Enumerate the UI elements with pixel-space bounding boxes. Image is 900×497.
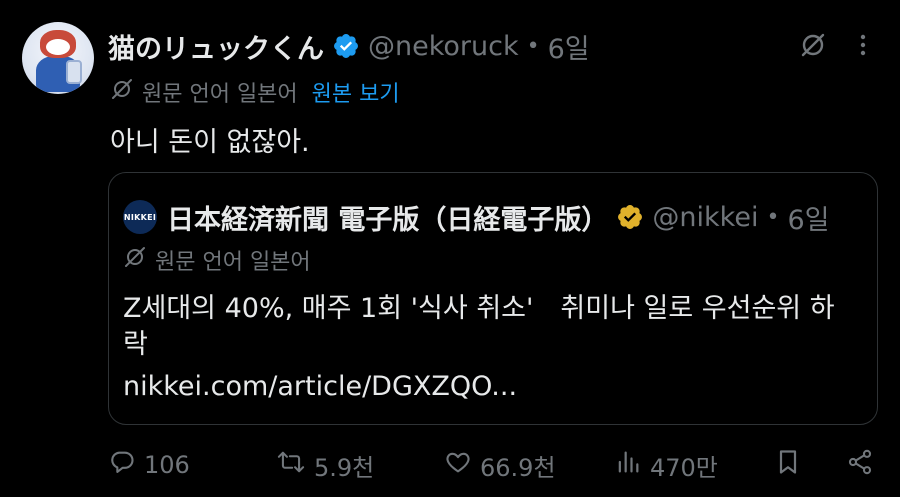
author-handle[interactable]: @nekoruck — [368, 31, 519, 62]
gold-verified-badge-icon — [616, 203, 644, 231]
heart-icon — [444, 448, 472, 482]
retweet-icon — [276, 448, 306, 482]
translate-icon — [110, 77, 134, 107]
quoted-display-name: 日本経済新聞 電子版（日経電子版） — [167, 204, 609, 236]
tweet-text: 아니 돈이 없잖아. — [110, 127, 310, 158]
views-count: 470만 — [650, 453, 718, 482]
quoted-tweet-text: Z세대의 40%, 매주 1회 '식사 취소' 취미나 일로 우선순위 하락 — [123, 293, 835, 360]
reply-button[interactable]: 106 — [108, 445, 190, 485]
retweet-count: 5.9천 — [314, 453, 375, 482]
reply-icon — [108, 448, 136, 482]
bookmark-icon — [774, 448, 802, 482]
share-icon — [846, 448, 874, 482]
share-button[interactable] — [846, 445, 874, 485]
grok-icon[interactable] — [798, 30, 828, 60]
like-button[interactable]: 66.9천 — [444, 445, 556, 485]
quoted-article-link[interactable]: nikkei.com/article/DGXZQO... — [123, 371, 517, 402]
quoted-translation-label: 원문 언어 일본어 — [155, 250, 311, 275]
quoted-separator-dot: • — [766, 204, 780, 230]
avatar-backpack — [66, 60, 82, 84]
views-bar-chart-icon — [614, 448, 642, 482]
profile-avatar[interactable] — [22, 22, 94, 94]
quoted-handle: @nikkei — [652, 201, 759, 233]
more-options-icon[interactable] — [848, 30, 878, 60]
translation-row: 원문 언어 일본어 원본 보기 — [110, 77, 400, 107]
quoted-translate-icon — [123, 245, 147, 275]
translation-label: 원문 언어 일본어 — [142, 82, 298, 107]
verified-badge-icon — [332, 32, 360, 60]
bookmark-button[interactable] — [774, 445, 802, 485]
quoted-tweet-card[interactable]: NIKKEI 日本経済新聞 電子版（日経電子版） @nikkei • 6일 원문… — [108, 172, 878, 425]
retweet-button[interactable]: 5.9천 — [276, 445, 374, 485]
action-bar: 106 5.9천 66.9천 470만 — [0, 445, 900, 485]
author-row: 猫のリュックくん @nekoruck • 6일 — [108, 27, 590, 66]
quoted-time: 6일 — [787, 204, 830, 236]
post-time[interactable]: 6일 — [548, 27, 590, 66]
quoted-avatar[interactable]: NIKKEI — [123, 200, 157, 234]
quoted-author-row: NIKKEI 日本経済新聞 電子版（日経電子版） @nikkei • 6일 — [123, 199, 830, 236]
like-count: 66.9천 — [480, 453, 556, 482]
views-button[interactable]: 470만 — [614, 445, 718, 485]
avatar-cat-face — [46, 39, 70, 55]
reply-count: 106 — [144, 451, 190, 479]
author-display-name[interactable]: 猫のリュックくん — [108, 27, 324, 66]
separator-dot: • — [526, 33, 540, 59]
show-original-link[interactable]: 원본 보기 — [312, 76, 400, 108]
quoted-translation-row: 원문 언어 일본어 — [123, 245, 311, 275]
quoted-avatar-text: NIKKEI — [123, 212, 157, 222]
